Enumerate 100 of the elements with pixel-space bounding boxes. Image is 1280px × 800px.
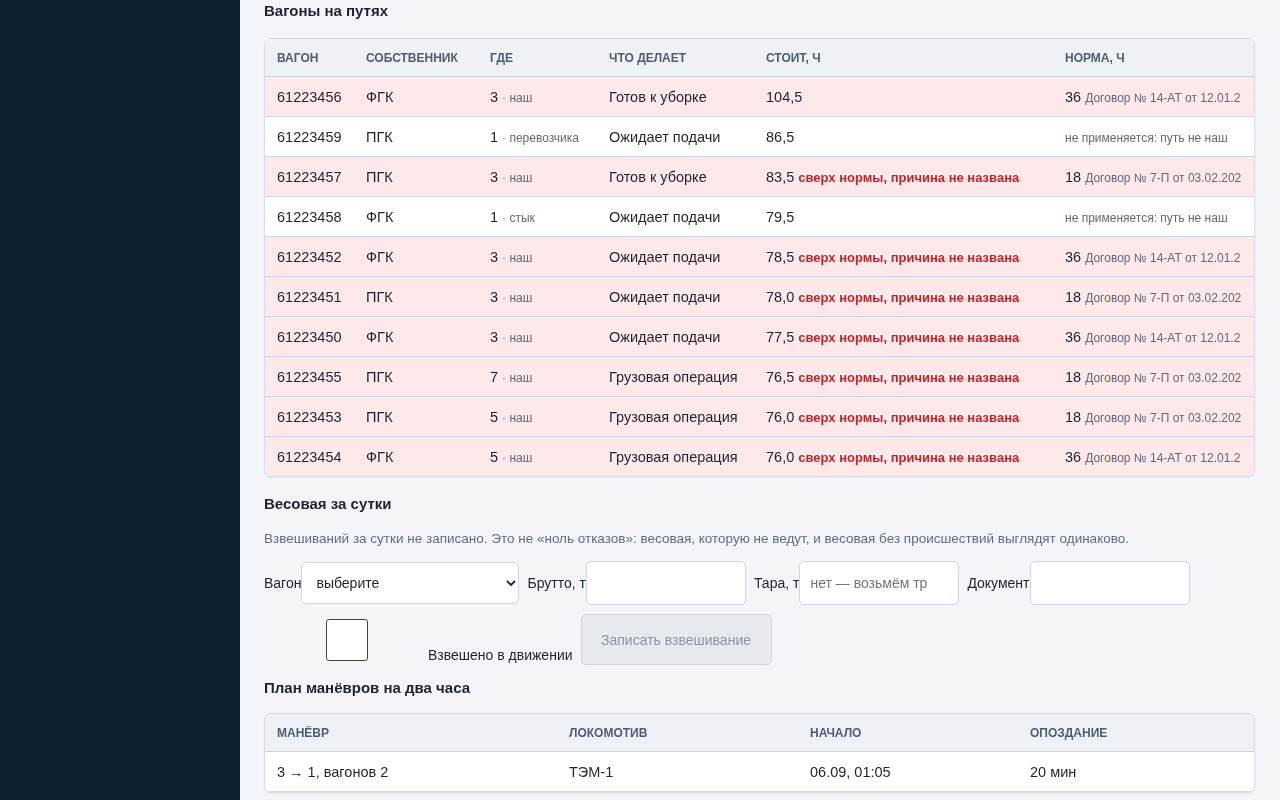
column-header: НОРМА, Ч	[1053, 39, 1254, 77]
contract-note: Договор № 7-П от 03.02.202	[1085, 290, 1242, 305]
track-kind: · наш	[502, 410, 533, 425]
track-number: 1	[490, 208, 499, 225]
table-cell: ПГК	[366, 408, 393, 425]
idle-hours: 76,5	[766, 368, 795, 385]
over-norm-warning: сверх нормы, причина не названа	[798, 249, 1020, 265]
idle-hours: 83,5	[766, 168, 795, 185]
track-number: 5	[490, 448, 499, 465]
table-cell: ФГК	[366, 208, 394, 225]
table-cell: 3 → 1, вагонов 2	[277, 763, 389, 780]
in-motion-checkbox[interactable]	[326, 619, 368, 661]
track-kind: · наш	[502, 450, 533, 465]
track-kind: · наш	[502, 290, 533, 305]
table-cell: 61223459	[277, 128, 342, 145]
table-cell: 61223455	[277, 368, 342, 385]
idle-hours: 86,5	[766, 128, 795, 145]
idle-hours: 104,5	[766, 88, 803, 105]
idle-hours: 78,0	[766, 288, 795, 305]
track-number: 3	[490, 168, 499, 185]
column-header: СТОИТ, Ч	[754, 39, 1053, 77]
wagon-select[interactable]: выберите	[301, 562, 520, 604]
track-number: 3	[490, 248, 499, 265]
gross-field[interactable]	[585, 561, 746, 605]
section-title: Вагоны на путях	[264, 2, 390, 21]
table-cell: 06.09, 01:05	[810, 763, 891, 780]
table-cell: ФГК	[366, 88, 394, 105]
over-norm-warning: сверх нормы, причина не названа	[798, 409, 1020, 425]
section-title: План манёвров на два часа	[264, 679, 471, 698]
table-cell: ТЭМ-1	[569, 763, 614, 780]
track-kind: · перевозчика	[502, 130, 579, 145]
table-cell: ПГК	[366, 128, 393, 145]
norm-hours: 36	[1065, 328, 1082, 345]
over-norm-warning: сверх нормы, причина не названа	[798, 369, 1020, 385]
over-norm-warning: сверх нормы, причина не названа	[798, 329, 1020, 345]
field-label: Вагон	[264, 575, 302, 591]
table-cell: ФГК	[366, 448, 394, 465]
column-header: МАНЁВР	[265, 714, 557, 752]
track-kind: · наш	[502, 370, 533, 385]
track-number: 3	[490, 328, 499, 345]
idle-hours: 78,5	[766, 248, 795, 265]
table-cell: 61223450	[277, 328, 342, 345]
column-header: ГДЕ	[478, 39, 597, 77]
norm-hours: 36	[1065, 448, 1082, 465]
table-cell: Ожидает подачи	[609, 248, 721, 265]
table-cell: Ожидает подачи	[609, 208, 721, 225]
table-cell: Грузовая операция	[609, 368, 738, 385]
info-text: Взвешиваний за сутки не записано. Это не «ноль отказов»: весовая, которую не ведут, и весовая без происшествий выглядят одинаково.	[264, 531, 1130, 546]
chevron-down-icon	[506, 579, 517, 587]
table-cell: Готов к уборке	[609, 88, 707, 105]
idle-hours: 76,0	[766, 448, 795, 465]
track-number: 7	[490, 368, 499, 385]
table-cell: Ожидает подачи	[609, 328, 721, 345]
contract-note: Договор № 14-АТ от 12.01.2	[1085, 90, 1241, 105]
table-cell: Ожидает подачи	[609, 128, 721, 145]
table-cell: ПГК	[366, 288, 393, 305]
table-cell: Готов к уборке	[609, 168, 707, 185]
contract-note: Договор № 14-АТ от 12.01.2	[1085, 250, 1241, 265]
document-field[interactable]	[1029, 561, 1190, 605]
over-norm-warning: сверх нормы, причина не названа	[798, 289, 1020, 305]
table-cell: 61223453	[277, 408, 342, 425]
table-cell: ФГК	[366, 248, 394, 265]
norm-hours: 18	[1065, 168, 1082, 185]
checkbox-label: Взвешено в движении	[428, 647, 573, 663]
column-header: ЧТО ДЕЛАЕТ	[597, 39, 754, 77]
track-kind: · наш	[502, 330, 533, 345]
table-cell: 61223456	[277, 88, 342, 105]
track-number: 3	[490, 288, 499, 305]
table-cell: ПГК	[366, 368, 393, 385]
norm-hours: 18	[1065, 288, 1082, 305]
field-label: Брутто, т	[527, 575, 586, 591]
table-cell: ФГК	[366, 328, 394, 345]
table-cell: Грузовая операция	[609, 408, 738, 425]
contract-note: Договор № 14-АТ от 12.01.2	[1085, 450, 1241, 465]
column-header: СОБСТВЕННИК	[354, 39, 478, 77]
track-number: 5	[490, 408, 499, 425]
track-kind: · наш	[502, 170, 533, 185]
section-title: Весовая за сутки	[264, 495, 393, 514]
contract-note: Договор № 14-АТ от 12.01.2	[1085, 330, 1241, 345]
table-cell: Грузовая операция	[609, 448, 738, 465]
tare-field[interactable]: нет — возьмём тр	[799, 561, 960, 605]
track-number: 3	[490, 88, 499, 105]
idle-hours: 79,5	[766, 208, 795, 225]
column-header: ОПОЗДАНИЕ	[1018, 714, 1254, 752]
track-kind: · наш	[502, 250, 533, 265]
norm-hours: 18	[1065, 368, 1082, 385]
field-label: Документ	[967, 575, 1030, 591]
track-kind: · наш	[502, 90, 533, 105]
norm-note: не применяется: путь не наш	[1065, 210, 1228, 225]
column-header: ЛОКОМОТИВ	[557, 714, 798, 752]
norm-hours: 36	[1065, 88, 1082, 105]
column-header: НАЧАЛО	[798, 714, 1018, 752]
table-cell: 61223454	[277, 448, 342, 465]
norm-hours: 36	[1065, 248, 1082, 265]
table-cell: 61223457	[277, 168, 342, 185]
idle-hours: 76,0	[766, 408, 795, 425]
track-number: 1	[490, 128, 499, 145]
table-cell: 20 мин	[1030, 763, 1077, 780]
over-norm-warning: сверх нормы, причина не названа	[798, 169, 1020, 185]
track-kind: · стык	[502, 210, 535, 225]
